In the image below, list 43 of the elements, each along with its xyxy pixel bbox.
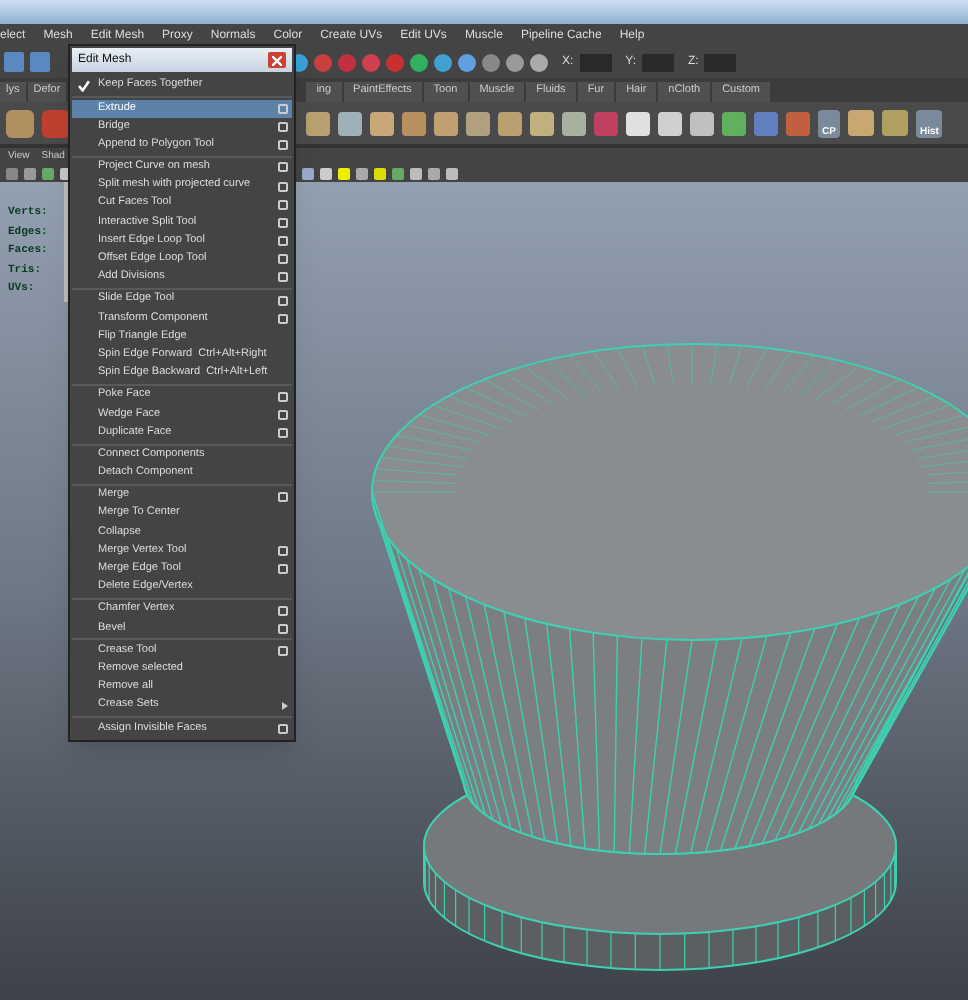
shelf-icon[interactable]: [530, 111, 554, 135]
shelf-icon[interactable]: [466, 111, 490, 135]
shelf-icon[interactable]: [562, 111, 586, 135]
shelf-icon[interactable]: [626, 111, 650, 135]
option-box-icon[interactable]: [278, 605, 288, 616]
option-box-icon[interactable]: [278, 564, 288, 575]
close-button[interactable]: [268, 52, 286, 68]
shelf-icon[interactable]: [847, 110, 874, 136]
shelf-icon[interactable]: [498, 111, 522, 135]
option-box-icon[interactable]: [278, 409, 288, 420]
option-box-icon[interactable]: [278, 623, 288, 634]
shelf-icon[interactable]: [722, 111, 746, 135]
option-box-icon[interactable]: [278, 181, 288, 192]
coordinate-field[interactable]: [642, 53, 675, 71]
shelf-icon[interactable]: [338, 111, 362, 135]
option-box-icon[interactable]: [278, 217, 288, 228]
shelf-icon[interactable]: [6, 109, 34, 137]
option-box-icon[interactable]: [278, 199, 288, 210]
option-box-icon[interactable]: [278, 121, 288, 132]
option-box-icon[interactable]: [278, 546, 288, 557]
shelf-icon[interactable]: [434, 111, 458, 135]
option-box-icon[interactable]: [278, 427, 288, 438]
option-box-icon[interactable]: [278, 162, 288, 173]
option-box-icon[interactable]: [278, 491, 288, 502]
shelf-icon[interactable]: [881, 110, 908, 136]
submenu-arrow-icon: [282, 702, 288, 711]
shelf-icon[interactable]: [402, 111, 426, 135]
option-box-icon[interactable]: [278, 272, 288, 283]
coordinate-field[interactable]: [704, 53, 737, 71]
shelf-icon[interactable]: [42, 109, 70, 137]
option-box-icon[interactable]: [278, 646, 288, 657]
shelf-icon[interactable]: [370, 111, 394, 135]
option-box-icon[interactable]: [278, 313, 288, 324]
option-box-icon[interactable]: [278, 391, 288, 402]
option-box-icon[interactable]: [278, 295, 288, 306]
option-box-icon[interactable]: [278, 140, 288, 151]
option-box-icon[interactable]: [278, 254, 288, 265]
shelf-icon[interactable]: [658, 111, 682, 135]
option-box-icon[interactable]: [278, 723, 288, 734]
shelf-icon[interactable]: [306, 111, 330, 135]
option-box-icon[interactable]: [278, 236, 288, 247]
coordinate-field[interactable]: [579, 53, 612, 71]
shelf-icon[interactable]: [690, 111, 714, 135]
